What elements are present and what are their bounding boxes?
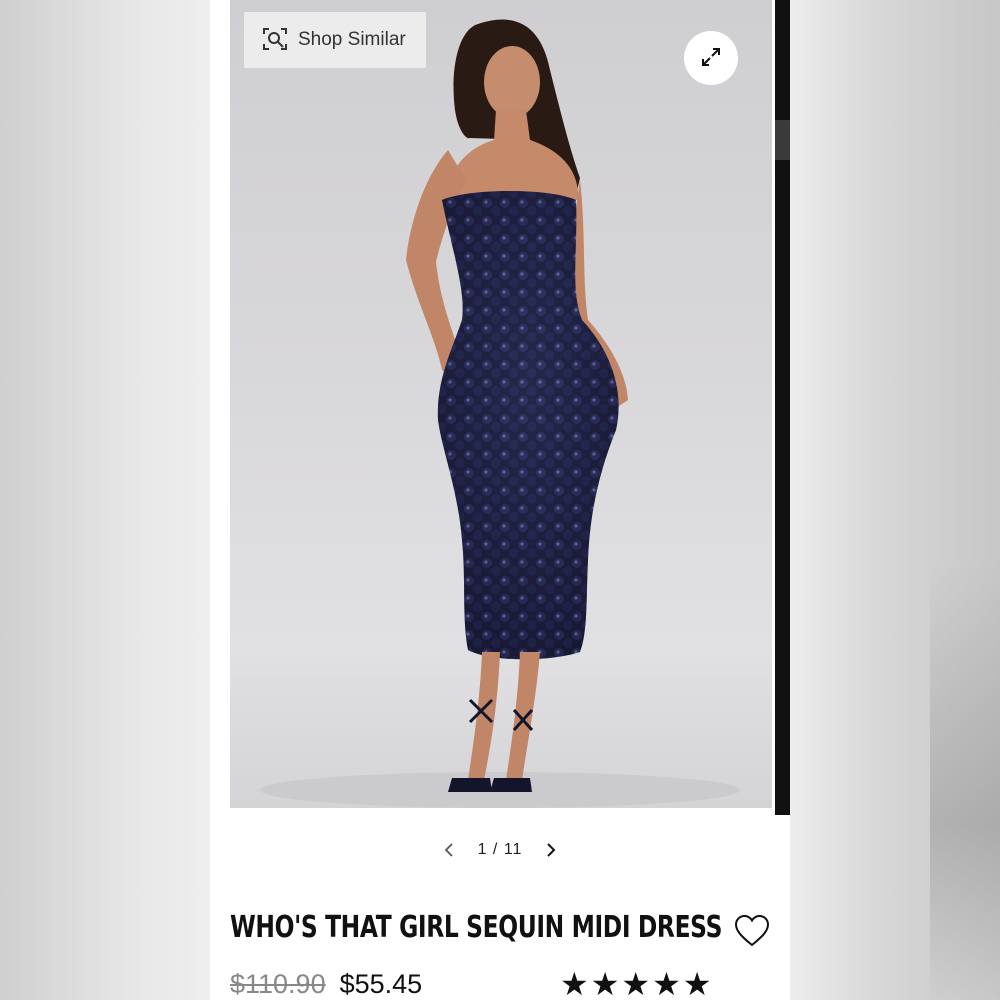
star-filled-icon: ★ <box>590 965 620 1000</box>
wishlist-heart-icon[interactable] <box>734 914 770 948</box>
rating-stars[interactable]: ★ ★ ★ ★ ★ <box>560 968 711 1000</box>
pager-total: 11 <box>503 841 523 858</box>
expand-icon <box>700 46 722 71</box>
star-filled-icon: ★ <box>621 965 651 1000</box>
shop-similar-button[interactable]: Shop Similar <box>244 12 426 68</box>
product-image-gallery[interactable]: Shop Similar <box>230 0 772 808</box>
chevron-left-icon[interactable] <box>438 839 460 861</box>
price-row: $110.90 $55.45 <box>230 964 422 1000</box>
backdrop-right <box>790 0 1000 1000</box>
sale-price: $55.45 <box>339 968 423 999</box>
chevron-right-icon[interactable] <box>540 839 562 861</box>
product-title: WHO'S THAT GIRL SEQUIN MIDI DRESS <box>230 910 723 945</box>
next-image-peek[interactable] <box>775 0 790 815</box>
product-photo <box>260 19 740 808</box>
product-panel: Shop Similar 1 / 11 WHO'S THAT GIRL SEQU… <box>210 0 790 1000</box>
pager-current: 1 <box>477 841 488 858</box>
expand-image-button[interactable] <box>684 31 738 85</box>
pager-separator: / <box>492 841 499 858</box>
original-price: $110.90 <box>230 968 326 999</box>
gallery-pager: 1 / 11 <box>210 836 790 864</box>
backdrop-left <box>0 0 210 1000</box>
pager-count: 1 / 11 <box>478 841 523 859</box>
image-search-icon <box>262 26 288 55</box>
star-filled-icon: ★ <box>652 965 681 1000</box>
shop-similar-label: Shop Similar <box>298 29 406 50</box>
star-filled-icon: ★ <box>560 965 589 1000</box>
star-filled-icon: ★ <box>682 965 712 1000</box>
